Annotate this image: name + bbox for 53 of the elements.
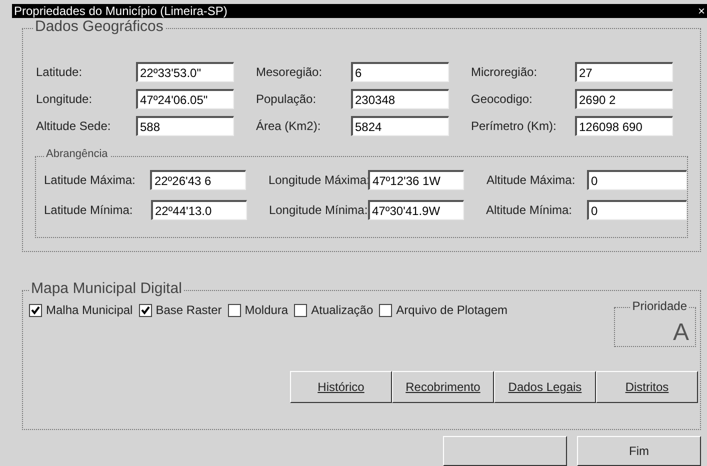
group-title: Abrangência (44, 149, 110, 160)
checkbox[interactable] (29, 304, 42, 316)
input-field[interactable]: 22º33'53.0" (136, 62, 234, 82)
input-field[interactable]: 2690 2 (575, 89, 673, 109)
field-label: Longitude: (36, 91, 94, 108)
input-field[interactable]: 0 (587, 170, 687, 190)
window-title: Propriedades do Município (Limeira-SP) (14, 5, 228, 17)
input-field[interactable]: 47º12'36 1W (368, 170, 464, 190)
field-label: Altitude Máxima: (486, 172, 576, 189)
input-field[interactable]: 47º30'41.9W (368, 200, 464, 220)
input-field[interactable]: 22º44'13.0 (150, 200, 247, 220)
tab-button[interactable]: Dados Legais (494, 371, 596, 403)
field-label: Área (Km2): (256, 118, 322, 135)
field-label: Latitude Máxima: (44, 172, 136, 189)
input-field[interactable]: 588 (136, 116, 234, 136)
checkbox-label[interactable]: Moldura (244, 301, 288, 319)
tab-button[interactable]: Recobrimento (392, 371, 494, 403)
field-label: Mesoregião: (256, 64, 324, 81)
field-label: Latitude: (36, 64, 84, 81)
close-button[interactable]: × (698, 5, 705, 17)
field-label: População: (256, 91, 318, 108)
input-field[interactable]: 126098 690 (575, 116, 673, 136)
field-label: Altitude Mínima: (486, 202, 574, 219)
checkbox-label[interactable]: Atualização (311, 301, 374, 319)
input-field[interactable]: 47º24'06.05" (136, 89, 234, 109)
field-label: Perímetro (Km): (471, 118, 558, 135)
tab-button[interactable]: Histórico (290, 371, 392, 403)
group-title: Prioridade (630, 300, 689, 312)
input-field[interactable]: 6 (351, 62, 449, 82)
field-label: Altitude Sede: (36, 118, 112, 135)
checkbox[interactable] (294, 304, 308, 316)
field-label: Latitude Mínima: (44, 202, 134, 219)
input-field[interactable]: 230348 (351, 89, 449, 109)
checkbox[interactable] (228, 304, 241, 316)
priority-value: A (672, 321, 689, 345)
checkbox[interactable] (379, 304, 392, 316)
finish-button[interactable]: Fim (577, 436, 701, 466)
tab-button[interactable]: Distritos (596, 371, 698, 403)
checkbox-label[interactable]: Base Raster (156, 301, 222, 319)
input-field[interactable]: 22º26'43 6 (150, 170, 246, 190)
dialog-button[interactable] (443, 436, 567, 466)
field-label: Longitude Mínima: (268, 202, 368, 219)
input-field[interactable]: 0 (587, 200, 687, 220)
input-field[interactable]: 5824 (351, 116, 449, 136)
input-field[interactable]: 27 (575, 62, 673, 82)
field-label: Geocodigo: (471, 91, 534, 108)
checkbox[interactable] (138, 304, 152, 316)
field-label: Longitude Máxima: (268, 172, 368, 189)
checkbox-label[interactable]: Arquivo de Plotagem (396, 301, 508, 319)
checkbox-label[interactable]: Malha Municipal (46, 301, 133, 319)
field-label: Microregião: (471, 64, 538, 81)
group-title: Mapa Municipal Digital (29, 281, 184, 296)
group-title: Dados Geográficos (33, 19, 166, 34)
